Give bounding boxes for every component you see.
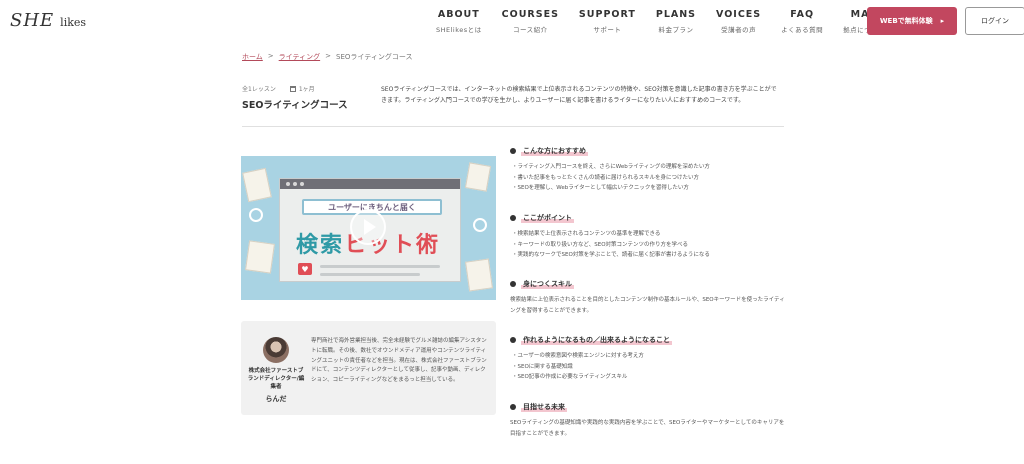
nav-plans[interactable]: PLANS 料金プラン xyxy=(656,9,696,34)
instructor-company: 株式会社ファーストブランドディレクター/編集者 xyxy=(247,368,305,390)
section-label: 目指せる未来 xyxy=(521,402,567,412)
headline-part-1: 検索 xyxy=(296,233,345,258)
avatar xyxy=(263,337,289,363)
breadcrumb-separator: > xyxy=(267,52,274,60)
section-recommended-title: こんな方におすすめ xyxy=(510,146,588,156)
nav-sublabel: よくある質問 xyxy=(781,26,824,34)
web-trial-label: WEBで無料体験 xyxy=(879,17,933,25)
calendar-icon xyxy=(289,85,296,92)
play-icon xyxy=(364,219,376,235)
web-trial-button[interactable]: WEBで無料体験 ▸ xyxy=(867,7,957,35)
skills-text: 検索結果に上位表示されることを目的としたコンテンツ制作の基本ルールや、SEOキー… xyxy=(510,297,785,314)
instructor-card: 株式会社ファーストブランドディレクター/編集者 らんだ 専門商社で海外営業担当後… xyxy=(241,321,496,415)
course-video-thumbnail[interactable]: ユーザーにきちんと届く 検索ヒット術 ♥ xyxy=(241,156,496,300)
list-item: ・ユーザーの検索意図や検索エンジンに対する考え方 xyxy=(512,353,644,359)
she-likes-logo[interactable]: SHE likes xyxy=(10,10,86,34)
nav-label: FAQ xyxy=(790,9,815,20)
outcomes-list: ・ユーザーの検索意図や検索エンジンに対する考え方 ・SEOに関する基礎知識 ・S… xyxy=(512,351,644,383)
nav-label: COURSES xyxy=(501,9,559,20)
nav-label: VOICES xyxy=(716,9,762,20)
window-dot xyxy=(286,182,290,186)
section-label: ここがポイント xyxy=(521,213,574,223)
section-skills-title: 身につくスキル xyxy=(510,279,574,289)
play-button[interactable] xyxy=(350,209,386,245)
lesson-count-text: 全1レッスン xyxy=(242,86,276,93)
nav-label: SUPPORT xyxy=(578,9,636,20)
nav-sublabel: サポート xyxy=(593,26,622,34)
nav-courses[interactable]: COURSES コース紹介 xyxy=(502,9,559,34)
nav-faq[interactable]: FAQ よくある質問 xyxy=(781,9,823,34)
list-item: ・SEOを理解し、Webライターとして幅広いテクニックを習得したい方 xyxy=(512,185,689,191)
nav-label: PLANS xyxy=(655,9,697,20)
section-outcomes-title: 作れるようになるもの／出来るようになること xyxy=(510,335,672,345)
window-dot xyxy=(293,182,297,186)
course-description: SEOライティングコースでは、インターネットの検索結果で上位表示されるコンテンツ… xyxy=(381,86,777,104)
text-line-decoration xyxy=(320,273,420,276)
divider xyxy=(242,126,784,127)
course-duration: 1ヶ月 xyxy=(289,84,315,93)
instructor-bio: 専門商社で海外営業担当後、完全未経験でグルメ雑誌の編集アシスタントに転職。その後… xyxy=(311,338,487,384)
breadcrumb: ホーム > ライティング > SEOライティングコース xyxy=(242,52,412,62)
breadcrumb-writing[interactable]: ライティング xyxy=(279,52,320,62)
section-label: 身につくスキル xyxy=(521,279,574,289)
nav-sublabel: SHElikesとは xyxy=(436,26,482,34)
magnifier-icon xyxy=(473,218,487,232)
logo-she: SHE xyxy=(10,10,55,31)
bullet-icon xyxy=(510,337,516,343)
recommended-list: ・ライティング入門コースを終え、さらにWebライティングの理解を深めたい方 ・書… xyxy=(512,162,710,194)
nav-support[interactable]: SUPPORT サポート xyxy=(579,9,636,34)
heart-icon: ♥ xyxy=(298,263,312,275)
course-meta: 全1レッスン 1ヶ月 xyxy=(242,84,315,93)
window-bar xyxy=(280,179,460,189)
nav-sublabel: コース紹介 xyxy=(512,26,548,34)
paper-decoration xyxy=(465,258,493,292)
breadcrumb-separator: > xyxy=(325,52,331,60)
section-points-title: ここがポイント xyxy=(510,213,574,223)
bullet-icon xyxy=(510,148,516,154)
paper-decoration xyxy=(464,162,492,192)
magnifier-icon xyxy=(249,208,263,222)
nav-sublabel: 料金プラン xyxy=(658,26,694,34)
points-list: ・検索結果で上位表示されるコンテンツの基準を理解できる ・キーワードの取り扱い方… xyxy=(512,229,710,261)
breadcrumb-current: SEOライティングコース xyxy=(336,53,413,61)
list-item: ・SEOに関する基礎知識 xyxy=(512,363,573,370)
instructor-name: らんだ xyxy=(265,395,287,403)
duration-text: 1ヶ月 xyxy=(298,86,315,93)
text-line-decoration xyxy=(320,265,440,268)
future-text: SEOライティングの基礎知識や実践的な実践内容を学ぶことで、SEOライターやマー… xyxy=(510,420,785,437)
nav-about[interactable]: ABOUT SHElikesとは xyxy=(436,9,482,34)
bullet-icon xyxy=(510,215,516,221)
section-label: こんな方におすすめ xyxy=(521,146,588,156)
arrow-right-icon: ▸ xyxy=(940,17,945,25)
list-item: ・キーワードの取り扱い方など、SEO対策コンテンツの作り方を学べる xyxy=(512,241,689,248)
section-future-title: 目指せる未来 xyxy=(510,402,567,412)
list-item: ・ライティング入門コースを終え、さらにWebライティングの理解を深めたい方 xyxy=(512,164,710,170)
list-item: ・SEO記事の作成に必要なライティングスキル xyxy=(512,374,628,380)
list-item: ・検索結果で上位表示されるコンテンツの基準を理解できる xyxy=(512,231,661,237)
window-dot xyxy=(300,182,304,186)
nav-sublabel: 受講者の声 xyxy=(721,26,757,34)
list-item: ・書いた記事をもっとたくさんの読者に届けられるスキルを身につけたい方 xyxy=(512,174,700,181)
nav-label: ABOUT xyxy=(437,9,480,20)
list-item: ・実践的なワークでSEO対策を学ぶことで、読者に届く記事が書けるようになる xyxy=(512,252,710,258)
paper-decoration xyxy=(245,240,275,274)
paper-decoration xyxy=(242,167,272,203)
section-label: 作れるようになるもの／出来るようになること xyxy=(521,335,672,345)
nav-voices[interactable]: VOICES 受講者の声 xyxy=(716,9,761,34)
bullet-icon xyxy=(510,281,516,287)
course-title: SEOライティングコース xyxy=(242,100,348,111)
breadcrumb-home[interactable]: ホーム xyxy=(242,52,263,62)
logo-likes: likes xyxy=(60,16,87,29)
bullet-icon xyxy=(510,404,516,410)
main-nav: ABOUT SHElikesとは COURSES コース紹介 SUPPORT サ… xyxy=(436,9,905,34)
lesson-count: 全1レッスン xyxy=(242,84,276,93)
login-button[interactable]: ログイン xyxy=(965,7,1024,35)
